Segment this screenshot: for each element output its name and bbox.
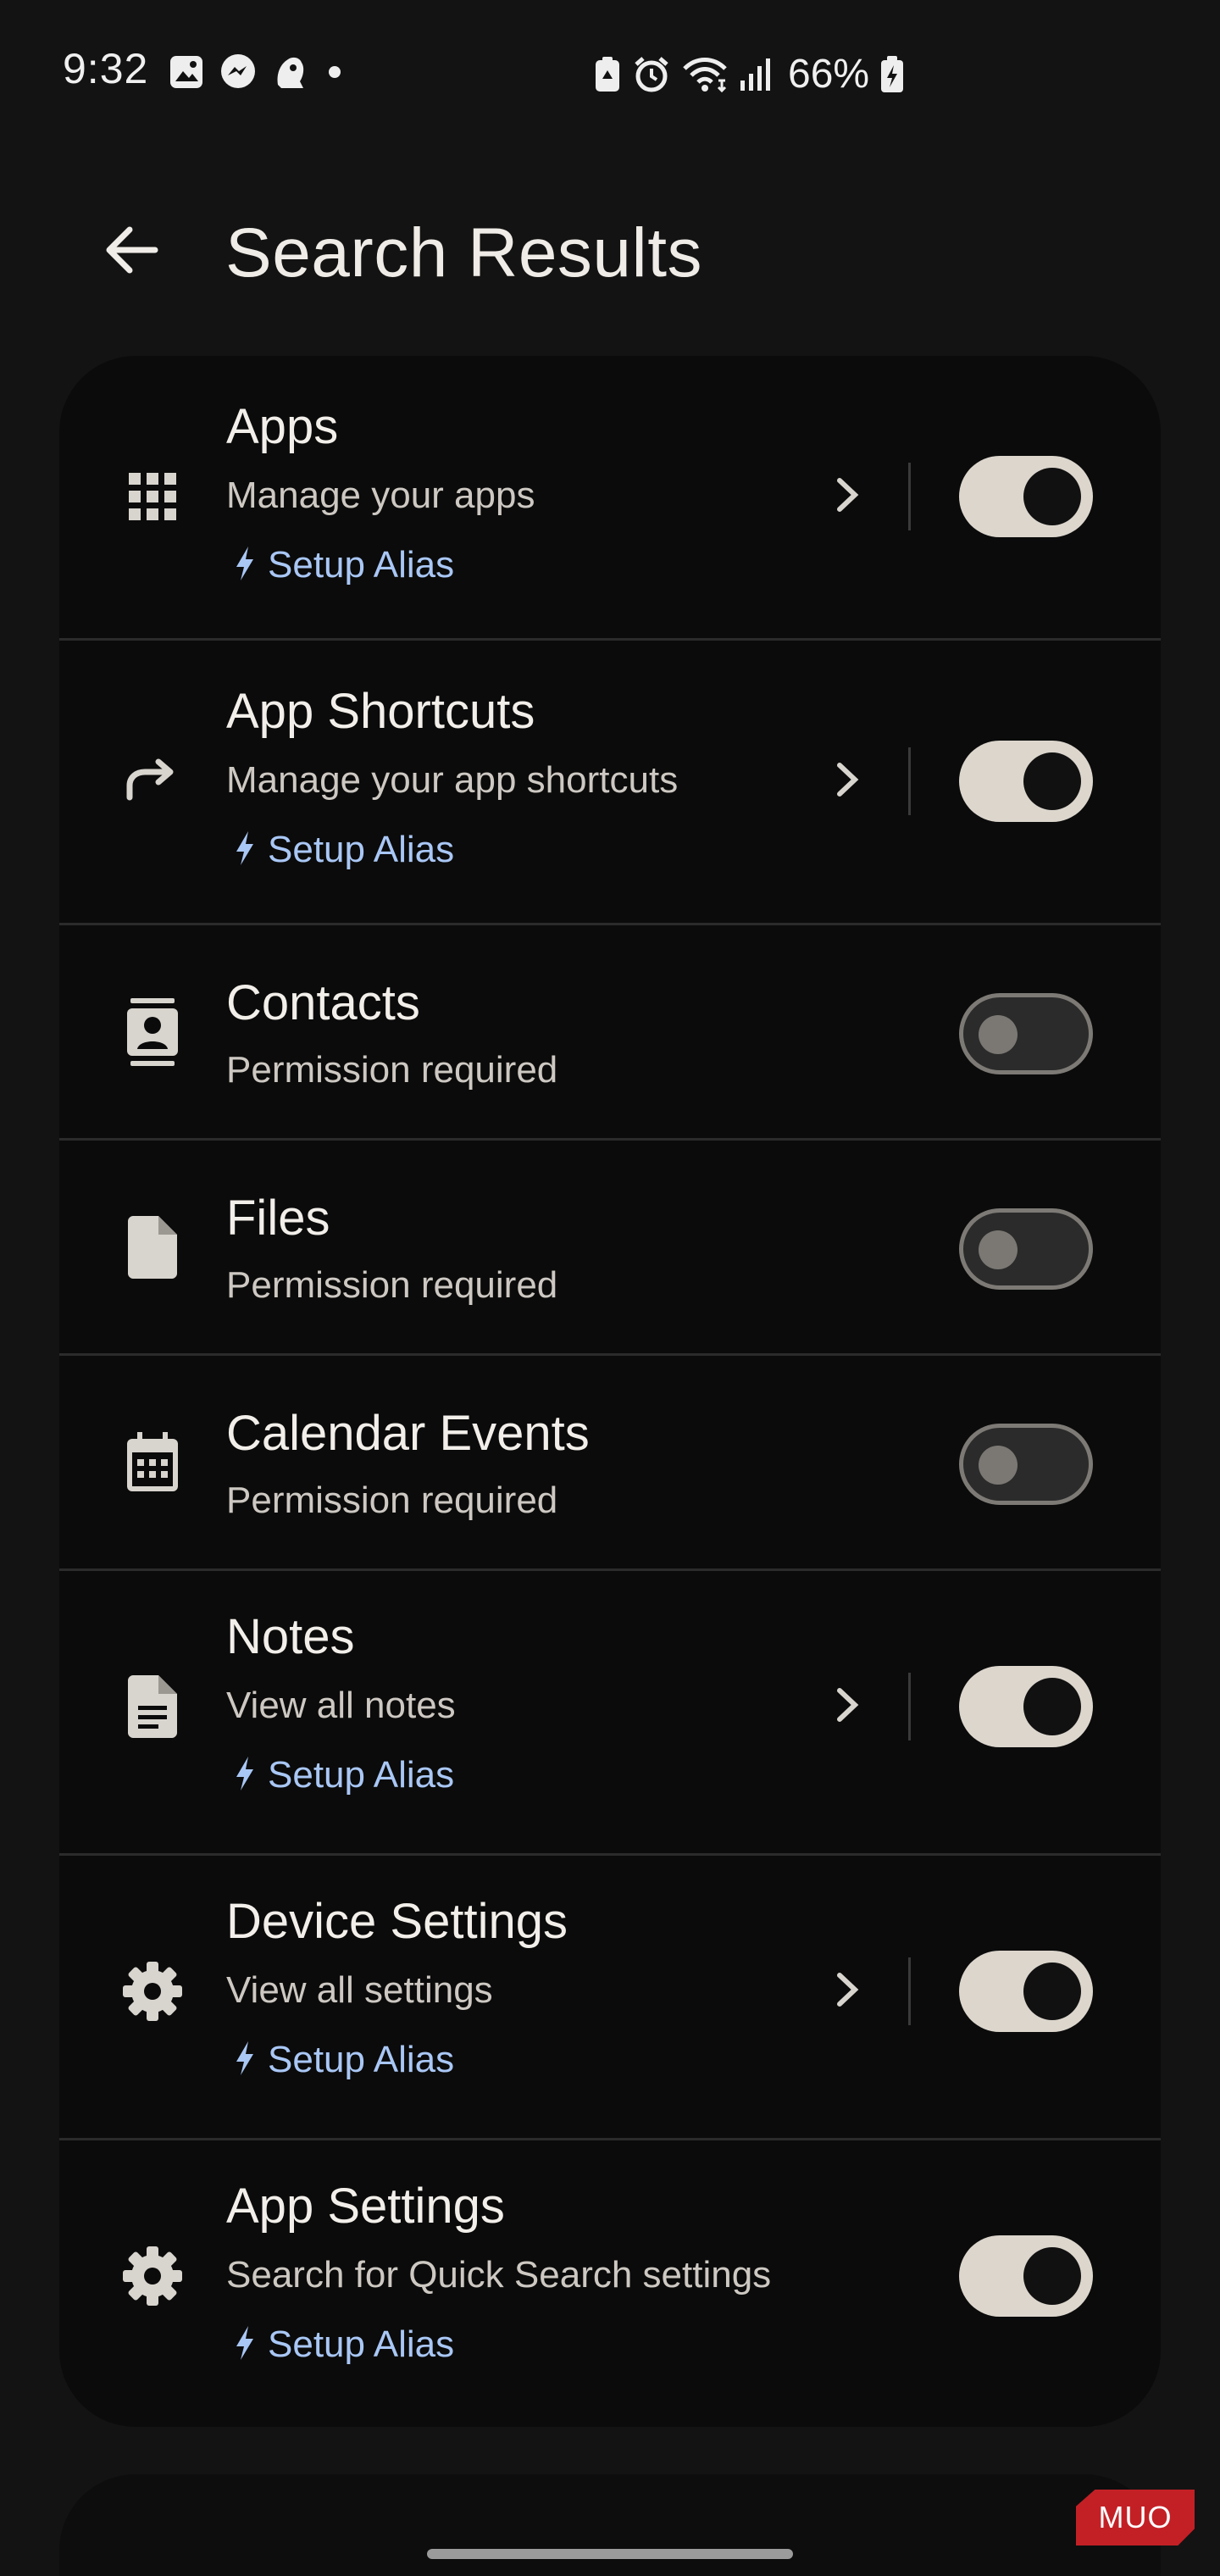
list-item-contacts[interactable]: Contacts Permission required [59, 925, 1161, 1138]
status-bar: 9:32 66% [0, 0, 1220, 144]
apps-grid-icon [119, 463, 186, 530]
battery-charging-icon [879, 55, 905, 94]
item-title: Notes [226, 1609, 355, 1664]
setup-alias-label: Setup Alias [268, 544, 455, 586]
list-item-device-settings[interactable]: Device Settings View all settings Setup … [59, 1856, 1161, 2138]
item-title: Device Settings [226, 1894, 568, 1949]
item-subtitle: Search for Quick Search settings [226, 2254, 772, 2296]
messenger-icon [219, 53, 258, 92]
wifi-icon [681, 55, 729, 94]
item-subtitle: Manage your app shortcuts [226, 759, 679, 801]
item-title: Calendar Events [226, 1406, 590, 1461]
list-item-app-shortcuts[interactable]: App Shortcuts Manage your app shortcuts … [59, 641, 1161, 923]
setup-alias-link[interactable]: Setup Alias [234, 1754, 454, 1796]
list-item-apps[interactable]: Apps Manage your apps Setup Alias [59, 356, 1161, 638]
contacts-toggle[interactable] [959, 993, 1093, 1074]
list-item-files[interactable]: Files Permission required [59, 1141, 1161, 1353]
item-subtitle: Manage your apps [226, 475, 535, 516]
chevron-right-icon [835, 1970, 860, 2013]
status-left-icons [168, 53, 347, 92]
chevron-right-icon [835, 475, 860, 519]
setup-alias-link[interactable]: Setup Alias [234, 544, 454, 586]
setup-alias-label: Setup Alias [268, 829, 455, 870]
item-title: Files [226, 1191, 330, 1246]
gallery-icon [168, 53, 205, 91]
vertical-divider [908, 463, 911, 530]
calendar-events-toggle[interactable] [959, 1424, 1093, 1505]
setup-alias-link[interactable]: Setup Alias [234, 2323, 454, 2366]
page-title: Search Results [225, 214, 703, 291]
app-shortcuts-toggle[interactable] [959, 741, 1093, 822]
item-title: Contacts [226, 975, 420, 1030]
open-device-settings-chevron[interactable] [822, 1957, 873, 2025]
setup-alias-label: Setup Alias [268, 2323, 455, 2365]
note-icon [119, 1673, 186, 1740]
item-title: App Shortcuts [226, 684, 535, 739]
item-subtitle: View all notes [226, 1685, 456, 1726]
setup-alias-link[interactable]: Setup Alias [234, 2039, 454, 2081]
home-indicator[interactable] [427, 2549, 793, 2559]
toggle-knob [1023, 752, 1081, 810]
bolt-icon [234, 2324, 256, 2366]
toggle-knob [1023, 1963, 1081, 2020]
item-subtitle: Permission required [226, 1480, 558, 1521]
toggle-knob [979, 1015, 1018, 1054]
vertical-divider [908, 1673, 911, 1740]
apps-toggle[interactable] [959, 456, 1093, 537]
app-settings-toggle[interactable] [959, 2235, 1093, 2317]
list-item-app-settings[interactable]: App Settings Search for Quick Search set… [59, 2140, 1161, 2427]
open-apps-chevron[interactable] [822, 463, 873, 530]
search-results-card: Apps Manage your apps Setup Alias App Sh… [59, 356, 1161, 2427]
toggle-knob [979, 1446, 1018, 1485]
premier-league-icon [271, 53, 308, 92]
bolt-icon [234, 830, 256, 871]
notes-toggle[interactable] [959, 1666, 1093, 1747]
item-subtitle: View all settings [226, 1969, 493, 2011]
chevron-right-icon [835, 1685, 860, 1729]
toggle-knob [1023, 468, 1081, 525]
file-icon [119, 1213, 186, 1281]
calendar-icon [119, 1429, 186, 1496]
watermark-logo: MUO [1076, 2490, 1195, 2545]
device-settings-toggle[interactable] [959, 1951, 1093, 2032]
item-subtitle: Permission required [226, 1049, 558, 1091]
bolt-icon [234, 2040, 256, 2081]
back-button[interactable] [85, 205, 178, 298]
signal-icon [739, 55, 773, 94]
setup-alias-label: Setup Alias [268, 1754, 455, 1796]
bolt-icon [234, 545, 256, 586]
vertical-divider [908, 1957, 911, 2025]
list-item-notes[interactable]: Notes View all notes Setup Alias [59, 1571, 1161, 1853]
open-notes-chevron[interactable] [822, 1673, 873, 1740]
status-time: 9:32 [63, 45, 149, 92]
chevron-right-icon [835, 760, 860, 803]
toggle-knob [1023, 1678, 1081, 1735]
setup-alias-link[interactable]: Setup Alias [234, 829, 454, 871]
gear-icon [119, 2242, 186, 2310]
status-right-icons: 66% [593, 51, 905, 97]
setup-alias-label: Setup Alias [268, 2039, 455, 2080]
open-app-shortcuts-chevron[interactable] [822, 747, 873, 815]
item-title: Apps [226, 399, 339, 454]
gear-icon [119, 1957, 186, 2025]
shortcut-arrow-icon [119, 746, 186, 813]
item-subtitle: Permission required [226, 1264, 558, 1306]
vertical-divider [908, 747, 911, 815]
next-section-card [59, 2474, 1161, 2576]
contacts-icon [119, 998, 186, 1066]
list-item-calendar-events[interactable]: Calendar Events Permission required [59, 1356, 1161, 1568]
item-title: App Settings [226, 2179, 505, 2234]
arrow-back-icon [104, 225, 158, 280]
dot-icon [322, 59, 347, 85]
bolt-icon [234, 1755, 256, 1796]
files-toggle[interactable] [959, 1208, 1093, 1290]
battery-percentage: 66% [788, 52, 870, 97]
app-bar: Search Results [0, 169, 1220, 314]
toggle-knob [979, 1230, 1018, 1269]
alarm-icon [632, 55, 671, 94]
battery-saver-icon [593, 55, 622, 94]
toggle-knob [1023, 2247, 1081, 2305]
